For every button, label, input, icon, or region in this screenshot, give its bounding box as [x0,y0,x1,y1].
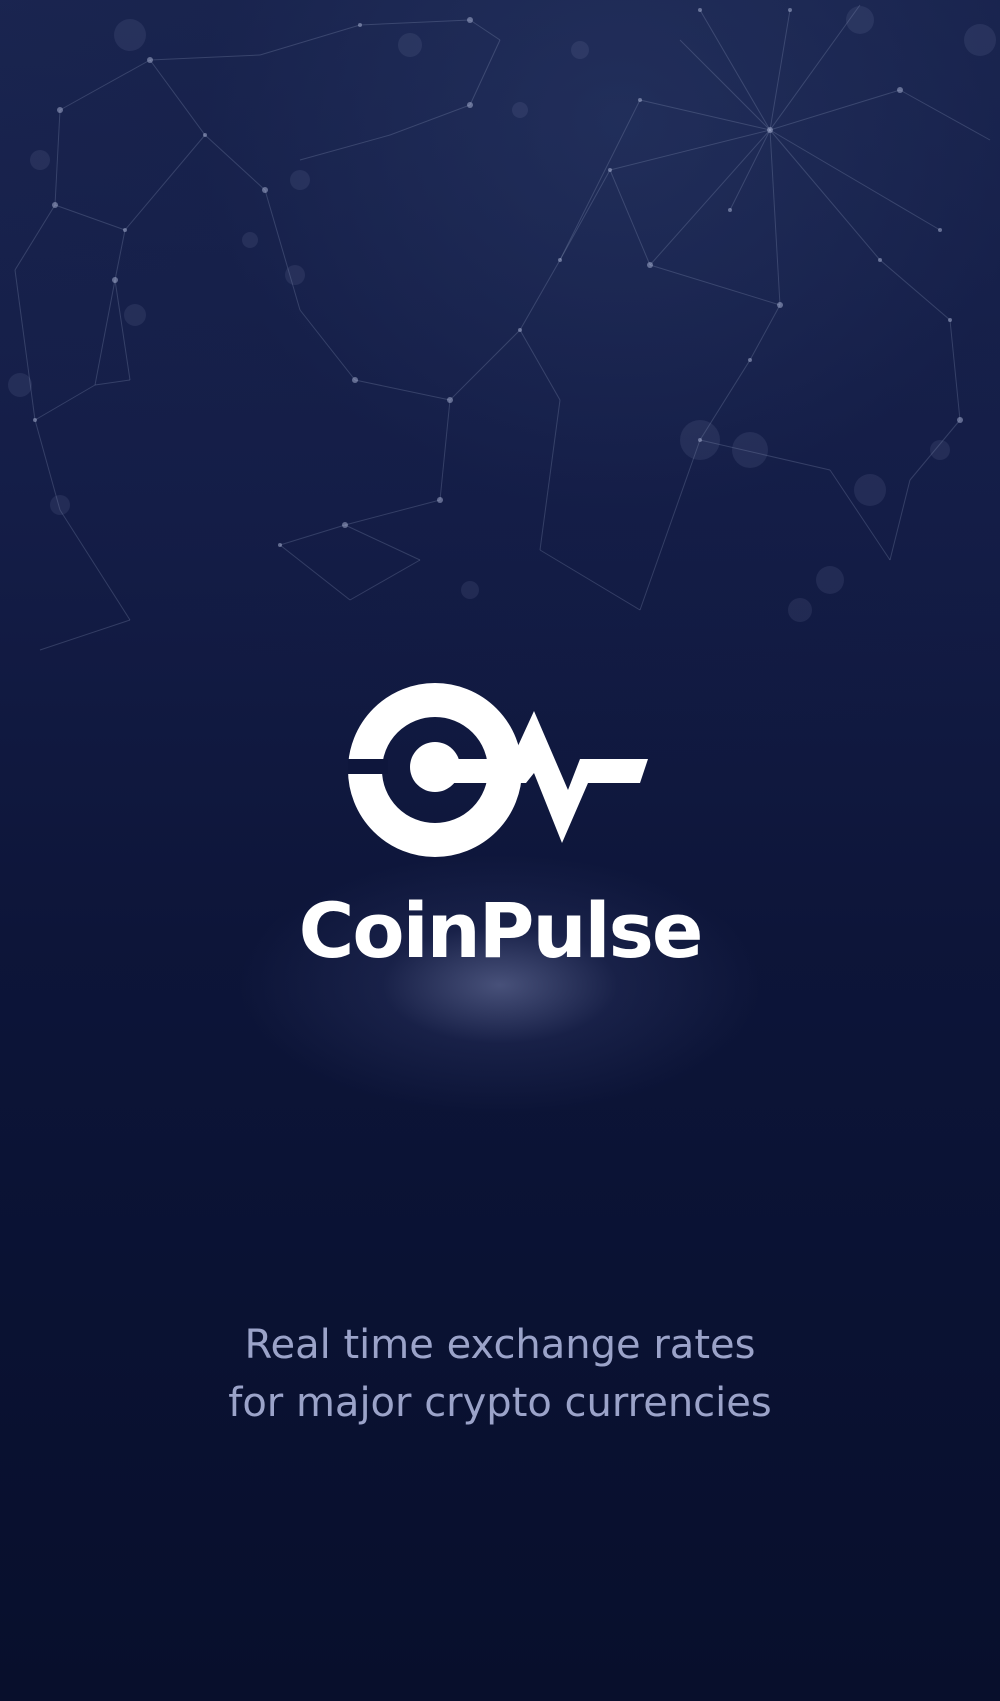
coin-pulse-logo-icon [348,683,648,857]
tagline-line-2: for major crypto currencies [228,1380,772,1426]
tagline: Real time exchange rates for major crypt… [0,1316,1000,1432]
tagline-line-1: Real time exchange rates [244,1322,756,1368]
network-constellation-graphic [8,4,996,651]
splash-screen: CoinPulse Real time exchange rates for m… [0,0,1000,1701]
brand-name: CoinPulse [298,886,704,975]
